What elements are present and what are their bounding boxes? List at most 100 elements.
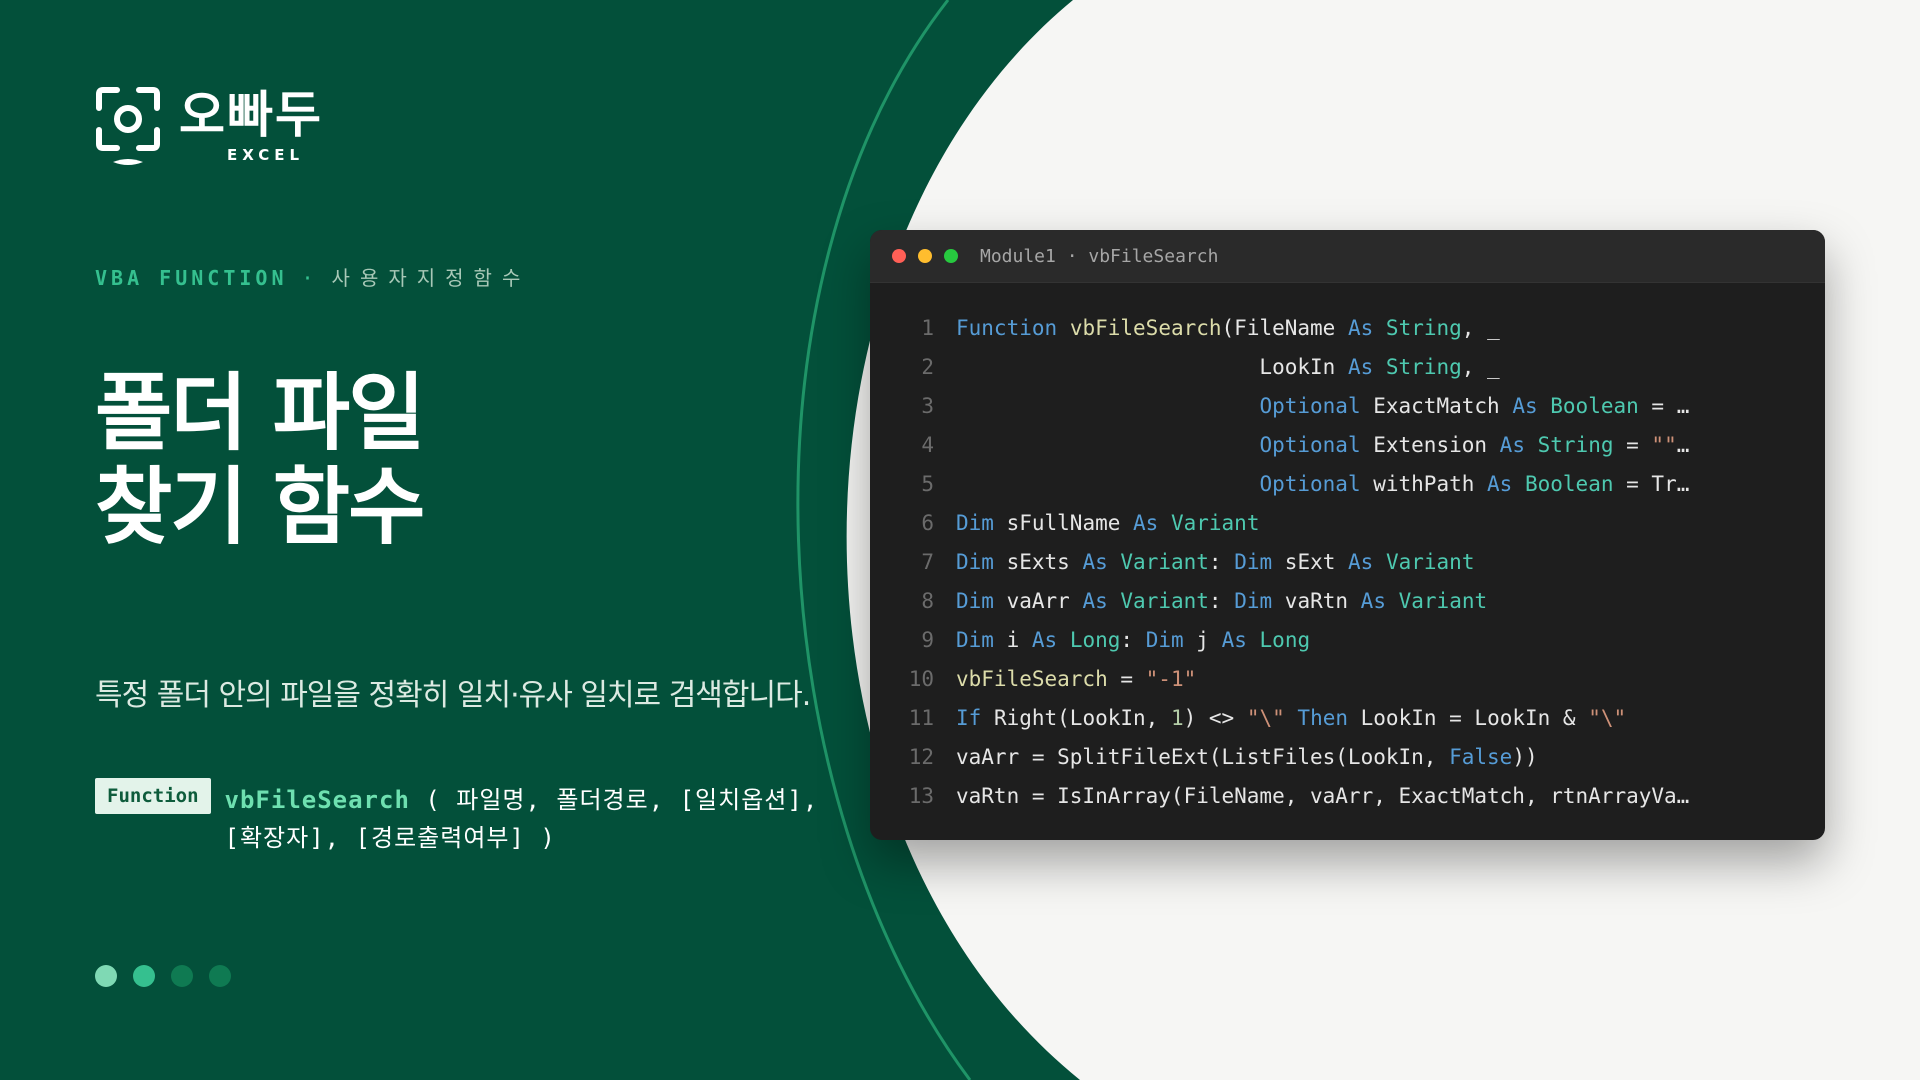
- code-text[interactable]: Dim sExts As Variant: Dim sExt As Varian…: [956, 543, 1776, 582]
- code-token: vaRtn: [1272, 589, 1361, 613]
- code-token: i: [993, 628, 1032, 652]
- code-token: sExts: [993, 550, 1083, 574]
- code-text[interactable]: Function vbFileSearch(FileName As String…: [956, 309, 1776, 348]
- code-text[interactable]: vbFileSearch = "-1": [956, 660, 1776, 699]
- code-token: As: [1347, 316, 1374, 340]
- code-token: As: [1487, 472, 1513, 496]
- pagination-dot[interactable]: [95, 965, 117, 987]
- code-token: As: [1499, 433, 1525, 457]
- code-text[interactable]: Dim i As Long: Dim j As Long: [956, 621, 1776, 660]
- code-token: Right(LookIn,: [981, 706, 1171, 730]
- code-line: 3 Optional ExactMatch As Boolean = …: [870, 387, 1825, 426]
- code-token: ExactMatch: [1360, 394, 1513, 418]
- code-token: sExt: [1272, 550, 1349, 574]
- code-text[interactable]: LookIn As String, _: [956, 348, 1776, 387]
- code-text[interactable]: Dim vaArr As Variant: Dim vaRtn As Varia…: [956, 582, 1776, 621]
- code-line: 6 Dim sFullName As Variant: [870, 504, 1825, 543]
- code-token: = Tr…: [1613, 472, 1690, 496]
- code-token: Variant: [1385, 550, 1475, 574]
- code-token: vbFileSearch: [956, 667, 1108, 691]
- kicker-separator: ·: [301, 266, 318, 290]
- pagination-dot[interactable]: [171, 965, 193, 987]
- code-line: 10 vbFileSearch = "-1": [870, 660, 1825, 699]
- code-token: Long: [1069, 628, 1121, 652]
- code-token: Dim: [956, 511, 994, 535]
- code-token: vaRtn = IsInArray(FileName, vaArr, Exact…: [956, 784, 1690, 808]
- code-token: String: [1385, 316, 1462, 340]
- pagination-dot[interactable]: [209, 965, 231, 987]
- close-window-button[interactable]: [892, 249, 906, 263]
- code-token: j: [1183, 628, 1222, 652]
- code-token: Optional: [1259, 394, 1361, 418]
- category-kicker: VBA FUNCTION · 사용자지정함수: [95, 262, 530, 291]
- code-line: 7 Dim sExts As Variant: Dim sExt As Varia…: [870, 543, 1825, 582]
- code-text[interactable]: Optional ExactMatch As Boolean = …: [956, 387, 1776, 426]
- code-token: Then: [1297, 706, 1348, 730]
- code-token: Boolean: [1524, 472, 1614, 496]
- brand-sub: EXCEL: [227, 146, 305, 164]
- line-number: 12: [908, 745, 934, 769]
- function-signature: Function vbFileSearch ( 파일명, 폴더경로, [일치옵션…: [95, 778, 835, 857]
- code-token: = …: [1638, 394, 1690, 418]
- code-token: =: [1613, 433, 1652, 457]
- description: 특정 폴더 안의 파일을 정확히 일치·유사 일치로 검색합니다.: [95, 678, 811, 713]
- code-text[interactable]: Optional Extension As String = ""…: [956, 426, 1776, 465]
- pagination-dot[interactable]: [133, 965, 155, 987]
- brand-name: 오빠두: [179, 86, 323, 144]
- code-text[interactable]: vaArr = SplitFileExt(ListFiles(LookIn, F…: [956, 738, 1776, 777]
- maximize-window-button[interactable]: [944, 249, 958, 263]
- code-body: 1 Function vbFileSearch(FileName As Strin…: [870, 283, 1825, 816]
- editor-title: Module1 · vbFileSearch: [980, 245, 1219, 267]
- code-token: Optional: [1259, 472, 1361, 496]
- code-line: 5 Optional withPath As Boolean = Tr…: [870, 465, 1825, 504]
- code-token: vaArr: [993, 589, 1083, 613]
- line-number: 11: [908, 706, 934, 730]
- code-token: , _: [1461, 316, 1500, 340]
- code-text[interactable]: If Right(LookIn, 1) <> "\" Then LookIn =…: [956, 699, 1776, 738]
- line-number: 6: [921, 511, 934, 535]
- line-number: 9: [921, 628, 934, 652]
- code-text[interactable]: vaRtn = IsInArray(FileName, vaArr, Exact…: [956, 777, 1776, 816]
- signature-params-2: [확장자], [경로출력여부] ): [224, 824, 556, 852]
- code-token: Dim: [956, 628, 994, 652]
- code-text[interactable]: Optional withPath As Boolean = Tr…: [956, 465, 1776, 504]
- code-token: String: [1537, 433, 1614, 457]
- code-token: Dim: [1234, 550, 1273, 574]
- minimize-window-button[interactable]: [918, 249, 932, 263]
- code-token: Extension: [1360, 433, 1500, 457]
- code-text[interactable]: Dim sFullName As Variant: [956, 504, 1776, 543]
- line-number: 8: [921, 589, 934, 613]
- code-token: LookIn = LookIn &: [1348, 706, 1589, 730]
- code-token: Long: [1259, 628, 1311, 652]
- code-token: Dim: [1145, 628, 1184, 652]
- code-line: 9 Dim i As Long: Dim j As Long: [870, 621, 1825, 660]
- code-token: Optional: [1259, 433, 1361, 457]
- code-token: As: [1082, 550, 1108, 574]
- code-token: , _: [1461, 355, 1500, 379]
- function-badge: Function: [95, 778, 211, 814]
- code-token: Variant: [1170, 511, 1260, 535]
- code-token: Variant: [1120, 550, 1209, 574]
- line-number: 10: [908, 667, 934, 691]
- code-editor-window: Module1 · vbFileSearch 1 Function vbFileS…: [870, 230, 1825, 840]
- camera-icon: [96, 87, 160, 165]
- code-token: ) <>: [1183, 706, 1247, 730]
- code-line: 4 Optional Extension As String = ""…: [870, 426, 1825, 465]
- code-line: 11 If Right(LookIn, 1) <> "\" Then LookIn…: [870, 699, 1825, 738]
- code-token: Dim: [956, 589, 994, 613]
- signature-params-1: ( 파일명, 폴더경로, [일치옵션],: [409, 786, 819, 814]
- code-token: Dim: [956, 550, 994, 574]
- editor-titlebar: Module1 · vbFileSearch: [870, 230, 1825, 283]
- code-token: As: [1347, 355, 1374, 379]
- code-token: Variant: [1398, 589, 1488, 613]
- pagination-dots: [95, 965, 247, 987]
- line-number: 1: [921, 316, 934, 340]
- code-token: Boolean: [1550, 394, 1639, 418]
